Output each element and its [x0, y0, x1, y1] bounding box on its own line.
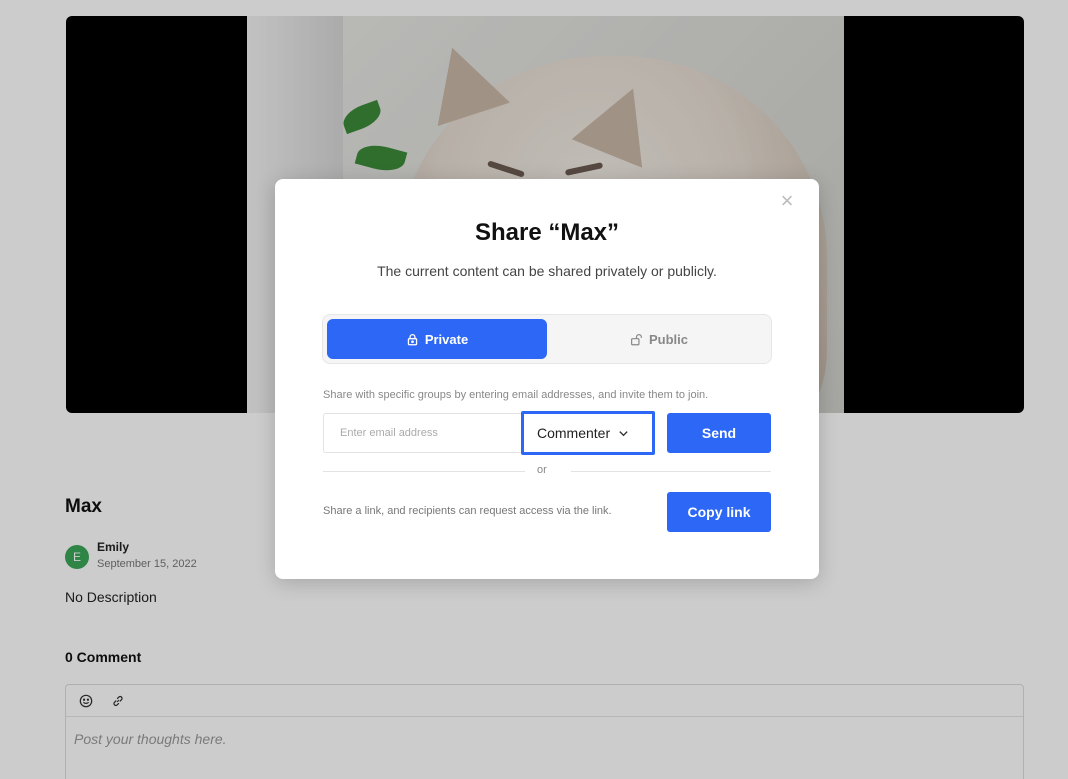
share-hint: Share with specific groups by entering e…: [323, 389, 709, 401]
tab-public-label: Public: [648, 331, 688, 347]
copy-link-button[interactable]: Copy link: [667, 492, 771, 532]
chevron-down-icon: [619, 430, 628, 436]
tab-private[interactable]: Private: [327, 319, 547, 359]
unlock-icon: [631, 333, 642, 345]
share-modal: × Share “Max” The current content can be…: [275, 179, 819, 579]
email-input[interactable]: [323, 413, 523, 453]
modal-subtitle: The current content can be shared privat…: [377, 263, 717, 279]
close-icon[interactable]: ×: [777, 190, 797, 212]
role-dropdown[interactable]: Commenter: [521, 411, 655, 455]
modal-title: Share “Max”: [474, 219, 620, 246]
role-dropdown-value: Commenter: [537, 425, 611, 441]
divider: [323, 471, 525, 472]
or-label: or: [537, 464, 547, 476]
lock-icon: [407, 333, 418, 345]
tab-public[interactable]: Public: [549, 319, 769, 359]
tab-private-label: Private: [424, 331, 469, 347]
visibility-toggle: Private Public: [322, 314, 772, 364]
link-hint: Share a link, and recipients can request…: [323, 505, 612, 517]
send-button[interactable]: Send: [667, 413, 771, 453]
divider: [571, 471, 771, 472]
